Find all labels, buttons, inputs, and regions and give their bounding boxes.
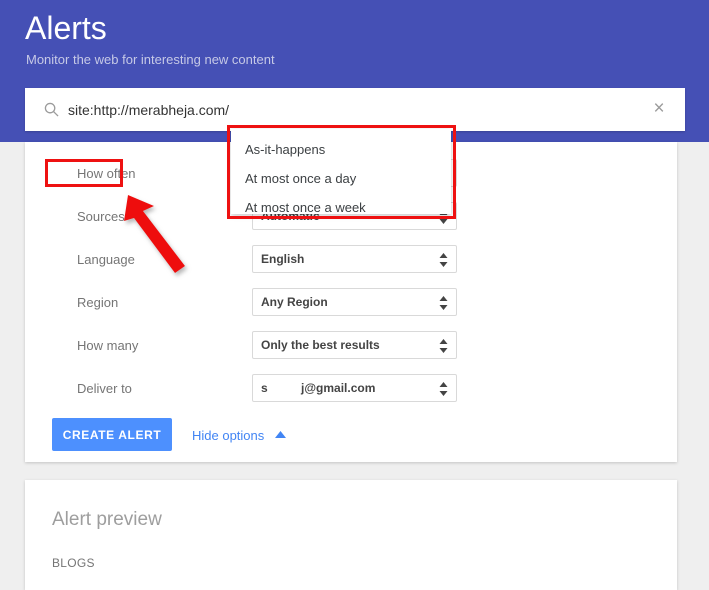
label-language: Language [77, 252, 135, 267]
page-subtitle: Monitor the web for interesting new cont… [26, 52, 275, 67]
deliver-to-value-prefix: s [261, 381, 268, 395]
how-many-value: Only the best results [261, 338, 380, 352]
search-icon [44, 102, 59, 117]
close-icon[interactable]: × [649, 99, 669, 119]
dropdown-item-once-a-day[interactable]: At most once a day [245, 170, 356, 188]
frequency-dropdown-menu[interactable]: As-it-happens At most once a day At most… [231, 129, 451, 217]
page-title: Alerts [25, 10, 107, 46]
search-input[interactable] [68, 88, 648, 131]
label-deliver-to: Deliver to [77, 381, 132, 396]
chevron-updown-icon [439, 296, 448, 310]
language-value: English [261, 252, 305, 266]
chevron-updown-icon [439, 339, 448, 353]
chevron-updown-icon [439, 253, 448, 267]
deliver-to-value: j@gmail.com [301, 381, 376, 395]
label-how-many: How many [77, 338, 139, 353]
region-value: Any Region [261, 295, 328, 309]
create-alert-button[interactable]: CREATE ALERT [52, 418, 172, 451]
preview-section-label: BLOGS [52, 556, 95, 570]
language-select[interactable]: English [252, 245, 457, 273]
chevron-up-icon [274, 425, 286, 443]
form-row-how-many: How many Only the best results [25, 331, 677, 374]
deliver-to-select[interactable]: s j@gmail.com [252, 374, 457, 402]
label-how-often: How often [77, 166, 136, 181]
how-many-select[interactable]: Only the best results [252, 331, 457, 359]
search-bar[interactable]: × [25, 88, 685, 131]
dropdown-item-once-a-week[interactable]: At most once a week [245, 199, 366, 217]
preview-title: Alert preview [52, 509, 162, 530]
alert-preview-card: Alert preview BLOGS [25, 480, 677, 590]
region-select[interactable]: Any Region [252, 288, 457, 316]
hide-options-label: Hide options [192, 428, 265, 443]
form-row-region: Region Any Region [25, 288, 677, 331]
dropdown-item-as-it-happens[interactable]: As-it-happens [245, 141, 325, 159]
label-region: Region [77, 295, 119, 310]
hide-options-button[interactable]: Hide options [192, 425, 286, 445]
label-sources: Sources [77, 209, 125, 224]
form-row-deliver-to: Deliver to s j@gmail.com [25, 374, 677, 417]
form-row-language: Language English [25, 245, 677, 288]
chevron-updown-icon [439, 382, 448, 396]
